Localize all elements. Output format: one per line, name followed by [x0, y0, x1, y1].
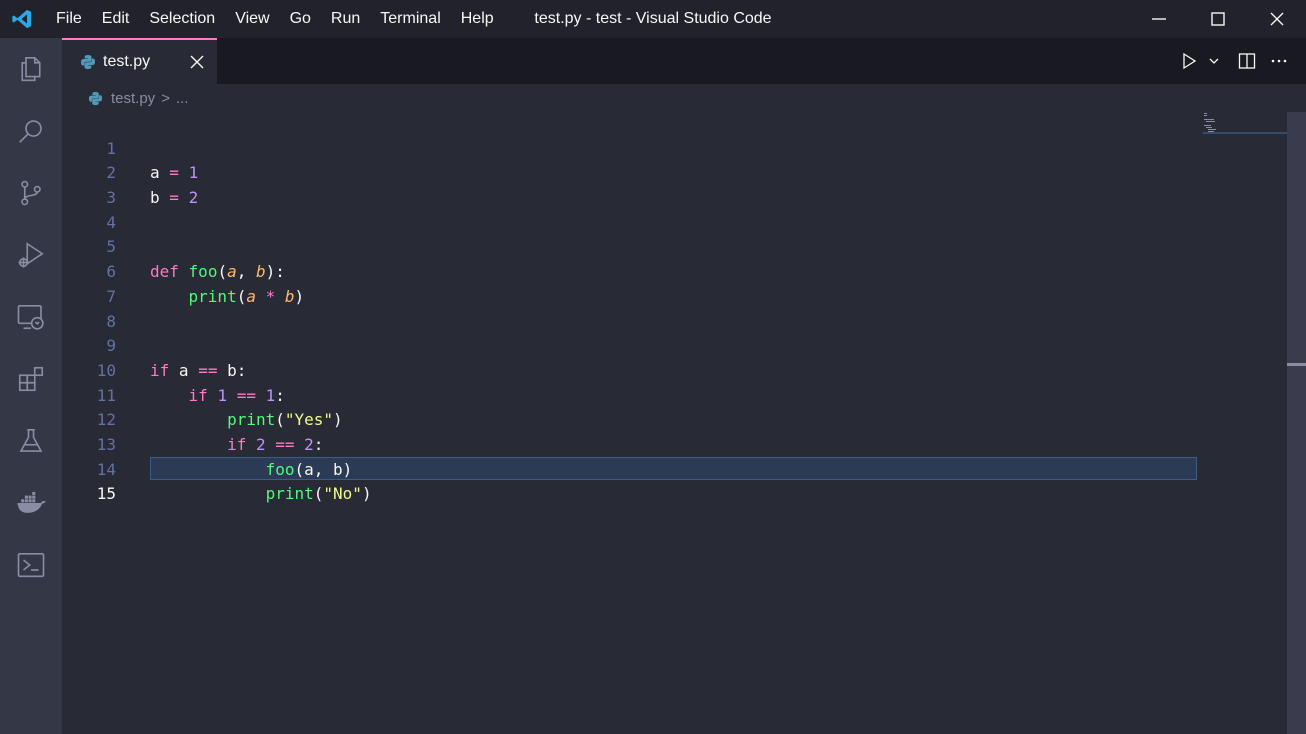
split-editor-button[interactable] [1238, 49, 1256, 73]
menu-run[interactable]: Run [321, 0, 370, 38]
code-token: ( [313, 484, 324, 504]
run-python-file-button[interactable] [1180, 49, 1198, 73]
code-line[interactable]: 9 if a == b: [62, 310, 1286, 380]
menu-edit[interactable]: Edit [92, 0, 140, 38]
more-actions-button[interactable] [1270, 49, 1288, 73]
window-controls [1129, 0, 1306, 38]
tab-label: test.py [103, 53, 151, 70]
vertical-scrollbar[interactable] [1287, 112, 1306, 734]
search-icon[interactable] [0, 107, 62, 155]
maximize-icon [1210, 12, 1225, 26]
ellipsis-icon [1271, 59, 1287, 63]
maximize-button[interactable] [1188, 0, 1247, 38]
code-line[interactable]: 3 [62, 161, 1286, 207]
breadcrumb-more[interactable]: ... [176, 90, 189, 107]
activity-bar [0, 38, 62, 734]
extensions-icon[interactable] [0, 355, 62, 403]
explorer-icon[interactable] [0, 45, 62, 93]
close-tab-button[interactable] [187, 52, 207, 72]
testing-icon[interactable] [0, 417, 62, 465]
line-number-active: 15 [96, 484, 116, 504]
split-editor-icon [1238, 53, 1256, 69]
menu-bar: File Edit Selection View Go Run Terminal… [44, 0, 504, 38]
tab-test-py[interactable]: test.py [62, 38, 217, 84]
code-token: "No" [323, 484, 362, 504]
powershell-icon[interactable] [0, 541, 62, 589]
code-line[interactable]: 4 [62, 186, 1286, 232]
code-line[interactable]: 6 print(a * b) [62, 235, 1286, 306]
python-file-icon [81, 55, 95, 69]
editor-tab-bar: test.py [62, 38, 1306, 84]
minimize-icon [1151, 18, 1166, 20]
docker-icon[interactable] [0, 479, 62, 527]
close-icon [190, 55, 204, 69]
code-line[interactable]: 1 a = 1 [62, 112, 1286, 183]
breadcrumb: test.py > ... [88, 86, 188, 110]
code-line[interactable]: 8 [62, 285, 1286, 331]
close-icon [1270, 12, 1283, 26]
minimap-current-line [1203, 132, 1287, 134]
menu-terminal[interactable]: Terminal [370, 0, 450, 38]
title-bar: File Edit Selection View Go Run Terminal… [0, 0, 1306, 38]
breadcrumb-file[interactable]: test.py [111, 90, 155, 107]
minimize-button[interactable] [1129, 0, 1188, 38]
scrollbar-cursor-marker [1287, 363, 1306, 366]
play-icon [1183, 52, 1197, 70]
run-options-dropdown[interactable] [1208, 49, 1220, 73]
code-line[interactable]: 7 [62, 260, 1286, 306]
code-line-active[interactable]: 15 [62, 458, 1286, 503]
vscode-logo-icon[interactable] [0, 0, 44, 38]
menu-go[interactable]: Go [280, 0, 321, 38]
menu-help[interactable]: Help [451, 0, 504, 38]
code-line[interactable]: 10 if 1 == 1: [62, 334, 1286, 405]
line-content: print("No") [150, 482, 372, 507]
code-line[interactable]: 5 def foo(a, b): [62, 211, 1286, 281]
chevron-down-icon [1209, 58, 1219, 64]
editor-actions [1180, 38, 1288, 84]
code-editor[interactable]: 1 a = 1 2 b = 2 3 4 5 def foo(a, b): 6 p… [62, 112, 1286, 504]
source-control-icon[interactable] [0, 169, 62, 217]
menu-selection[interactable]: Selection [139, 0, 225, 38]
run-debug-icon[interactable] [0, 231, 62, 279]
menu-file[interactable]: File [44, 0, 92, 38]
breadcrumb-separator: > [161, 89, 170, 107]
code-line[interactable]: 14 print("No") [62, 433, 1286, 504]
code-token: ) [361, 484, 372, 504]
code-line[interactable]: 2 b = 2 [62, 137, 1286, 207]
code-line[interactable]: 12 if 2 == 2: [62, 384, 1286, 454]
code-line[interactable]: 13 foo(a, b) [62, 408, 1286, 479]
code-token: print [265, 484, 314, 504]
python-file-icon [88, 91, 103, 105]
close-window-button[interactable] [1247, 0, 1306, 38]
remote-explorer-icon[interactable] [0, 293, 62, 341]
code-line[interactable]: 11 print("Yes") [62, 359, 1286, 430]
menu-view[interactable]: View [225, 0, 279, 38]
